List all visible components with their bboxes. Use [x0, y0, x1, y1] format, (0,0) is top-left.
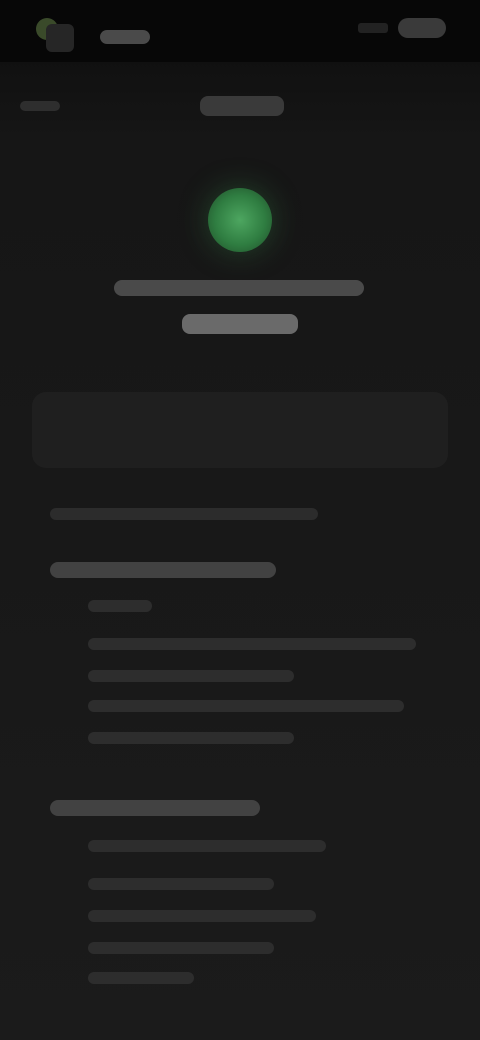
hero-headline-text [114, 280, 115, 281]
list-item-text [88, 910, 89, 911]
check-circle-icon [208, 188, 272, 252]
info-note-text [50, 508, 51, 509]
list-item [88, 600, 152, 612]
info-card[interactable] [32, 392, 448, 468]
hero-headline [114, 280, 364, 296]
list-item-text [88, 700, 89, 701]
list-item-text [88, 878, 89, 879]
back-chevron-icon [20, 101, 60, 111]
hero-subheadline-text [182, 314, 183, 315]
info-note [50, 508, 318, 520]
card-label [100, 30, 150, 44]
section-two-title-text [50, 800, 51, 801]
app-screen [0, 0, 480, 1040]
signal-icon [358, 23, 388, 33]
list-item [88, 732, 294, 744]
list-item-text [88, 600, 89, 601]
list-item [88, 910, 316, 922]
status-indicators [358, 18, 446, 38]
battery-icon [398, 18, 446, 38]
list-item [88, 670, 294, 682]
list-item-text [88, 670, 89, 671]
list-item [88, 878, 274, 890]
page-title-text [200, 96, 201, 97]
section-two-title [50, 800, 260, 816]
list-item [88, 840, 326, 852]
list-item [88, 700, 404, 712]
list-item-text [88, 942, 89, 943]
list-item [88, 972, 194, 984]
section-one-title [50, 562, 276, 578]
list-item-text [88, 638, 89, 639]
list-item-text [88, 732, 89, 733]
list-item [88, 638, 416, 650]
hero-subheadline [182, 314, 298, 334]
list-item [88, 942, 274, 954]
document-icon [46, 24, 74, 52]
page-title [200, 96, 284, 116]
app-header [0, 62, 480, 148]
list-item-text [88, 972, 89, 973]
section-one-title-text [50, 562, 51, 563]
back-button[interactable] [20, 96, 64, 116]
list-item-text [88, 840, 89, 841]
